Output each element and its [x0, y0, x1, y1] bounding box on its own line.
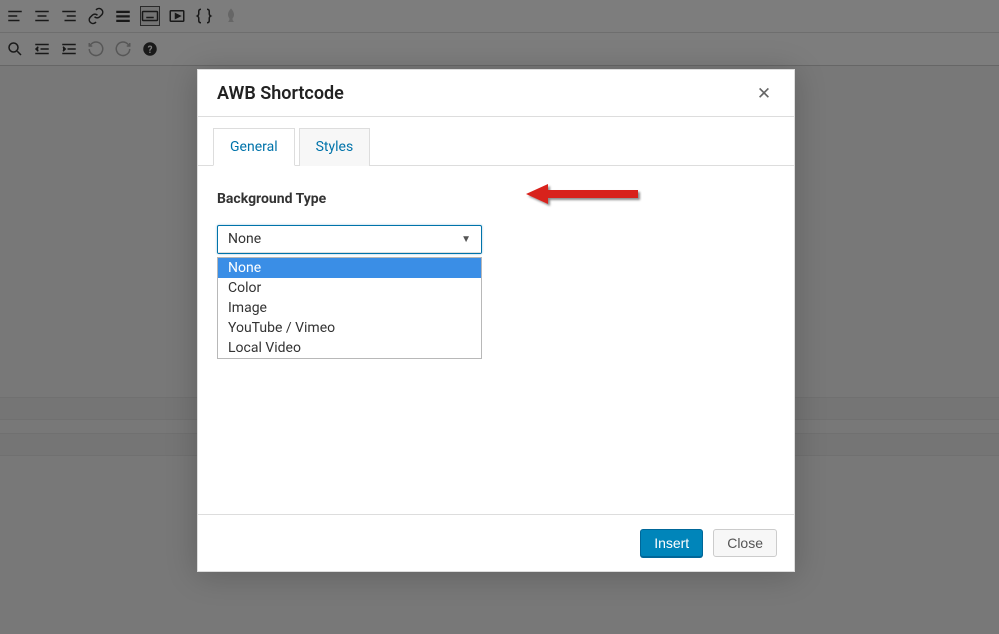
option-youtube-vimeo[interactable]: YouTube / Vimeo: [218, 318, 481, 338]
select-value: None: [228, 231, 261, 247]
option-color[interactable]: Color: [218, 278, 481, 298]
shortcode-modal: AWB Shortcode ✕ General Styles Backgroun…: [197, 69, 795, 572]
option-none[interactable]: None: [218, 258, 481, 278]
background-type-select[interactable]: None ▼ None Color Image YouTube / Vimeo …: [217, 225, 482, 254]
tabs-row: General Styles: [198, 117, 794, 166]
chevron-down-icon: ▼: [461, 234, 471, 245]
option-local-video[interactable]: Local Video: [218, 338, 481, 358]
modal-body: Background Type None ▼ None Color Image …: [198, 166, 794, 514]
select-options-list: None Color Image YouTube / Vimeo Local V…: [217, 257, 482, 359]
insert-button[interactable]: Insert: [640, 529, 703, 557]
close-button[interactable]: Close: [713, 529, 777, 557]
modal-title: AWB Shortcode: [217, 83, 344, 104]
annotation-arrow-icon: [526, 184, 642, 208]
modal-header: AWB Shortcode ✕: [198, 70, 794, 117]
option-image[interactable]: Image: [218, 298, 481, 318]
select-display[interactable]: None ▼: [218, 226, 481, 253]
close-icon[interactable]: ✕: [754, 84, 774, 104]
tab-general[interactable]: General: [213, 128, 295, 166]
background-type-label: Background Type: [217, 191, 326, 207]
modal-footer: Insert Close: [198, 514, 794, 571]
tab-styles[interactable]: Styles: [299, 128, 371, 166]
